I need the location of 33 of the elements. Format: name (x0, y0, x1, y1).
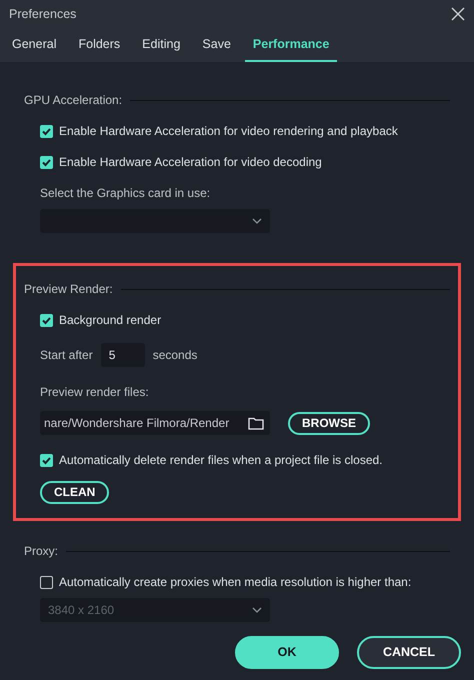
ok-button[interactable]: OK (235, 636, 339, 669)
browse-button[interactable]: BROWSE (288, 412, 370, 434)
chevron-icon (252, 218, 262, 224)
checkbox[interactable] (40, 156, 53, 168)
checkbox[interactable] (40, 314, 53, 326)
checkbox[interactable] (40, 576, 53, 588)
number-field[interactable]: 5 (100, 343, 145, 367)
tab[interactable]: Performance (244, 28, 338, 62)
folder-icon (248, 416, 264, 430)
checkbox[interactable] (40, 124, 53, 138)
tab[interactable]: Save (194, 28, 239, 62)
tab[interactable]: Folders (70, 28, 128, 62)
unit-label: seconds (152, 347, 198, 364)
field-label: Start after (40, 347, 93, 364)
close-button[interactable] (450, 6, 466, 22)
checkbox-label: Background render (59, 312, 162, 329)
clean-button[interactable]: CLEAN (40, 481, 110, 504)
checkbox-label: Enable Hardware Acceleration for video decoding (59, 154, 322, 171)
tab[interactable]: General (4, 28, 64, 62)
section-heading: Preview Render: (24, 281, 113, 298)
field-label: Select the Graphics card in use: (40, 185, 210, 202)
path-field[interactable]: nare/Wondershare Filmora/Render (40, 411, 270, 435)
tab[interactable]: Editing (134, 28, 188, 62)
checkbox[interactable] (40, 454, 53, 466)
checkbox-label: Automatically create proxies when media resolution is higher than: (59, 574, 412, 591)
chevron-icon (252, 607, 262, 613)
section-heading: GPU Acceleration: (24, 92, 122, 109)
checkbox-label: Automatically delete render files when a project file is closed. (59, 452, 382, 469)
checkbox-label: Enable Hardware Acceleration for video rendering and playback (59, 123, 398, 140)
section-heading: Proxy: (24, 543, 58, 560)
window-title: Preferences (9, 6, 76, 23)
cancel-button[interactable]: CANCEL (357, 636, 461, 669)
field-label: Preview render files: (40, 384, 149, 401)
